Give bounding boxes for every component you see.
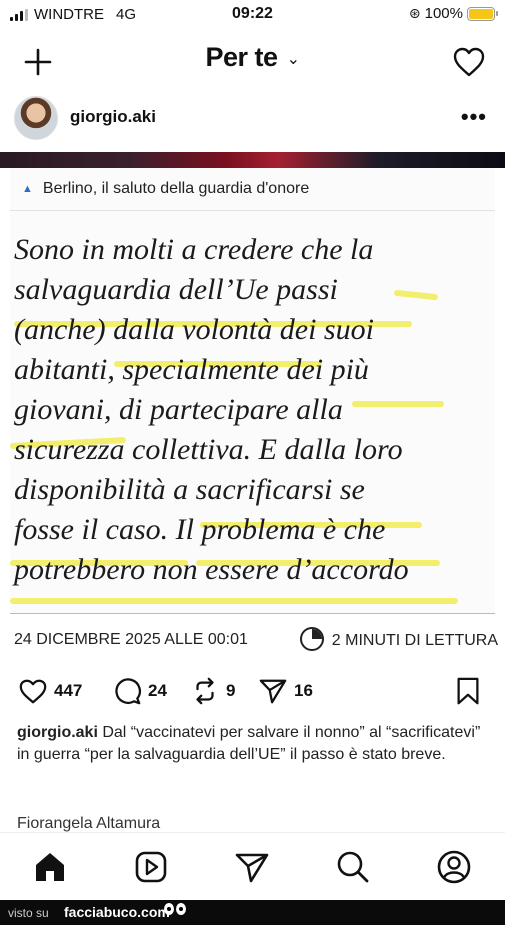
read-time-label: 2 MINUTI DI LETTURA <box>331 632 498 649</box>
highlight-stroke <box>10 598 458 604</box>
comment-icon <box>115 678 142 705</box>
repost-button[interactable]: 9 <box>190 676 235 706</box>
comment-author[interactable]: Fiorangela Altamura <box>17 815 160 833</box>
quote-line: sicurezza collettiva. E dalla loro <box>14 433 403 466</box>
post-image[interactable]: ▲ Berlino, il saluto della guardia d'ono… <box>0 152 505 614</box>
like-count: 447 <box>54 681 83 700</box>
chevron-down-icon: ⌄ <box>286 50 300 68</box>
post-caption: giorgio.aki Dal “vaccinatevi per salvare… <box>17 722 492 766</box>
profile-icon[interactable] <box>436 849 472 885</box>
quote-line: potrebbero non essere d’accordo <box>14 553 409 586</box>
triangle-up-icon: ▲ <box>22 183 33 195</box>
app-header: Per te ⌄ <box>0 30 505 90</box>
battery-icon <box>467 6 498 21</box>
send-icon <box>259 679 287 704</box>
repost-count: 9 <box>226 681 236 700</box>
clock-icon <box>299 627 324 651</box>
battery-percent: 100% <box>424 5 463 22</box>
reels-icon[interactable] <box>133 849 169 885</box>
orientation-lock-icon: ⊛ <box>408 5 421 21</box>
send-icon[interactable] <box>234 849 270 885</box>
article-meta: 24 DICEMBRE 2025 ALLE 00:01 2 MINUTI DI … <box>14 627 498 656</box>
quote-line: disponibilità a sacrificarsi se <box>14 473 365 506</box>
divider <box>10 210 495 211</box>
photo-strip <box>0 152 505 168</box>
divider <box>10 613 495 614</box>
avatar[interactable] <box>14 96 58 140</box>
article-date: 24 DICEMBRE 2025 ALLE 00:01 <box>14 631 248 648</box>
post-username[interactable]: giorgio.aki <box>70 107 156 127</box>
status-bar: WINDTRE 4G 09:22 ⊛ 100% <box>0 0 505 30</box>
post-actions: 447 24 9 16 <box>0 672 505 712</box>
repost-icon <box>196 677 214 705</box>
share-button[interactable]: 16 <box>258 676 313 706</box>
comment-button[interactable]: 24 <box>112 676 167 706</box>
feed-title[interactable]: Per te ⌄ <box>0 42 505 73</box>
read-time: 2 MINUTI DI LETTURA <box>299 627 498 651</box>
home-icon[interactable] <box>32 849 68 885</box>
photo-caption: ▲ Berlino, il saluto della guardia d'ono… <box>22 180 309 198</box>
eyes-logo-icon <box>164 903 186 915</box>
more-options-icon[interactable]: ••• <box>461 104 487 130</box>
quote-line: fosse il caso. Il problema è che <box>14 513 386 546</box>
feed-title-label: Per te <box>205 42 279 72</box>
battery-info: ⊛ 100% <box>408 5 498 22</box>
article-screenshot: ▲ Berlino, il saluto della guardia d'ono… <box>9 168 495 614</box>
caption-username[interactable]: giorgio.aki <box>17 724 98 741</box>
heart-icon <box>19 679 47 704</box>
photo-caption-text: Berlino, il saluto della guardia d'onore <box>42 180 310 197</box>
watermark-prefix: visto su <box>8 906 49 920</box>
search-icon[interactable] <box>335 849 371 885</box>
bookmark-icon[interactable] <box>453 676 483 706</box>
like-button[interactable]: 447 <box>18 676 82 706</box>
quote-line: (anche) dalla volontà dei suoi <box>14 313 374 346</box>
watermark-brand: facciabuco.com <box>64 904 170 920</box>
watermark-bar: visto su facciabuco.com <box>0 900 505 925</box>
comment-count: 24 <box>148 681 167 700</box>
bottom-tab-bar <box>0 832 505 900</box>
article-quote: Sono in molti a credere che la salvaguar… <box>14 230 494 590</box>
quote-line: abitanti, specialmente dei più <box>14 353 369 386</box>
quote-line: giovani, di partecipare alla <box>14 393 343 426</box>
post-author-row: giorgio.aki ••• <box>0 92 505 144</box>
quote-line: Sono in molti a credere che la <box>14 233 374 266</box>
share-count: 16 <box>294 681 313 700</box>
quote-line: salvaguardia dell’Ue passi <box>14 273 338 306</box>
heart-icon[interactable] <box>451 44 487 80</box>
